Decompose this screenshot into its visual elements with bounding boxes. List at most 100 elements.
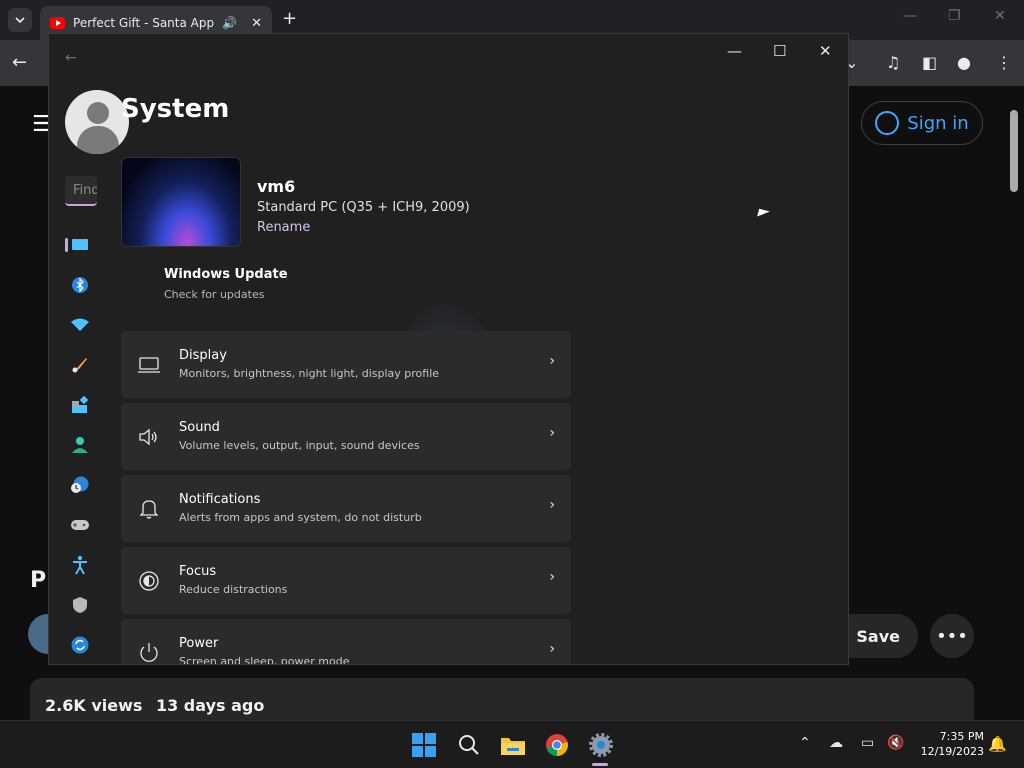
more-actions-icon[interactable]: ••• (930, 614, 974, 658)
browser-minimize-icon[interactable]: — (903, 8, 917, 24)
settings-minimize-icon[interactable]: — (727, 42, 742, 60)
nav-item-network[interactable] (63, 310, 97, 340)
settings-close-icon[interactable]: ✕ (819, 42, 832, 60)
tab-search-button[interactable] (8, 8, 32, 32)
youtube-favicon-icon (50, 17, 66, 29)
rename-link[interactable]: Rename (257, 220, 310, 235)
nav-item-windows-update[interactable] (63, 630, 97, 660)
clock-date: 12/19/2023 (920, 745, 984, 758)
settings-app-button[interactable] (587, 731, 615, 759)
network-icon (71, 318, 89, 331)
windows-update-subtitle[interactable]: Check for updates (164, 288, 264, 301)
nav-item-bluetooth[interactable] (63, 270, 97, 300)
gaming-icon (71, 520, 89, 530)
nav-item-accounts[interactable] (63, 430, 97, 460)
volume-muted-icon[interactable]: 🔇 (887, 735, 904, 751)
new-tab-button[interactable]: + (282, 8, 297, 29)
upload-date: 13 days ago (155, 696, 265, 715)
sign-in-button[interactable]: Sign in (861, 101, 983, 145)
card-subtitle: Monitors, brightness, night light, displ… (179, 367, 440, 380)
chevron-right-icon: › (549, 497, 555, 513)
nav-selection-indicator (65, 238, 68, 252)
page-scrollbar[interactable] (1010, 110, 1018, 192)
view-count: 2.6K views (45, 696, 143, 715)
card-title: Sound (179, 420, 220, 435)
settings-maximize-icon[interactable]: ☐ (773, 42, 786, 60)
chevron-up-icon[interactable]: ⌃ (799, 735, 811, 751)
user-icon (875, 111, 900, 135)
nav-item-accessibility[interactable] (63, 550, 97, 580)
active-app-indicator (592, 763, 608, 766)
chevron-right-icon: › (549, 569, 555, 585)
tab-close-icon[interactable]: ✕ (251, 16, 262, 31)
chrome-icon (546, 734, 568, 756)
card-title: Focus (179, 564, 217, 579)
card-subtitle: Screen and sleep, power mode (179, 655, 350, 665)
chevron-right-icon: › (549, 641, 555, 657)
audio-icon[interactable]: 🔊 (222, 16, 237, 30)
settings-search-input[interactable]: Find (65, 176, 97, 206)
network-monitor-icon[interactable]: ▭ (861, 735, 874, 751)
settings-window: ← — ☐ ✕ Find System vm6 Standard PC (Q35… (48, 33, 849, 665)
clock-time: 7:35 PM (939, 730, 984, 743)
privacy-icon (73, 597, 87, 613)
settings-back-icon[interactable]: ← (65, 50, 77, 66)
kebab-icon[interactable]: ⋮ (996, 53, 1012, 72)
card-notifications[interactable]: Notifications Alerts from apps and syste… (121, 475, 571, 542)
nav-item-personalization[interactable] (63, 350, 97, 380)
onedrive-icon[interactable]: ☁ (829, 735, 843, 751)
device-name: vm6 (257, 177, 296, 196)
focus-icon (137, 569, 161, 593)
card-sound[interactable]: Sound Volume levels, output, input, soun… (121, 403, 571, 470)
windows-update-title[interactable]: Windows Update (164, 267, 288, 282)
search-button[interactable] (455, 731, 483, 759)
taskbar: ⌃ ☁ ▭ 🔇 7:35 PM 12/19/2023 🔔 (0, 720, 1024, 768)
device-wallpaper-thumbnail (121, 157, 241, 247)
chevron-right-icon: › (549, 353, 555, 369)
bell-icon (137, 497, 161, 521)
chrome-button[interactable] (543, 731, 571, 759)
card-subtitle: Reduce distractions (179, 583, 288, 596)
card-focus[interactable]: Focus Reduce distractions › (121, 547, 571, 614)
card-title: Power (179, 636, 219, 651)
folder-icon (501, 738, 525, 755)
sign-in-label: Sign in (907, 112, 969, 134)
nav-item-privacy[interactable] (63, 590, 97, 620)
nav-item-apps[interactable] (63, 390, 97, 420)
card-subtitle: Alerts from apps and system, do not dist… (179, 511, 422, 524)
nav-item-time-language[interactable] (63, 470, 97, 500)
back-icon[interactable]: ← (12, 52, 27, 73)
accounts-icon (72, 437, 88, 453)
time-language-icon (71, 476, 89, 493)
speaker-icon (137, 425, 161, 449)
search-icon (459, 735, 479, 755)
card-display[interactable]: Display Monitors, brightness, night ligh… (121, 331, 571, 398)
system-icon (72, 239, 88, 250)
user-avatar[interactable] (65, 90, 129, 154)
page-title: System (121, 94, 230, 124)
windows-logo-icon (412, 733, 436, 757)
bluetooth-icon (72, 277, 88, 293)
save-label: Save (856, 626, 900, 646)
browser-restore-icon[interactable]: ❐ (948, 8, 961, 24)
start-button[interactable] (410, 731, 438, 759)
system-clock[interactable]: 7:35 PM 12/19/2023 (918, 729, 984, 759)
browser-close-icon[interactable]: ✕ (994, 8, 1006, 24)
file-explorer-button[interactable] (499, 731, 527, 759)
sidebar-icon[interactable]: ◧ (922, 53, 937, 72)
nav-item-system[interactable] (63, 230, 97, 260)
card-power[interactable]: Power Screen and sleep, power mode › (121, 619, 571, 665)
device-model: Standard PC (Q35 + ICH9, 2009) (257, 200, 470, 215)
update-icon (71, 636, 89, 654)
chevron-down-icon (15, 17, 25, 23)
media-icon[interactable]: ♫ (886, 53, 900, 72)
accessibility-icon (73, 555, 87, 575)
apps-icon (72, 396, 89, 413)
chevron-right-icon: › (549, 425, 555, 441)
notification-bell-icon[interactable]: 🔔 (988, 735, 1007, 753)
power-icon (137, 641, 161, 664)
video-title: P (30, 568, 47, 593)
profile-icon[interactable]: ● (957, 53, 971, 72)
nav-item-gaming[interactable] (63, 510, 97, 540)
card-subtitle: Volume levels, output, input, sound devi… (179, 439, 420, 452)
